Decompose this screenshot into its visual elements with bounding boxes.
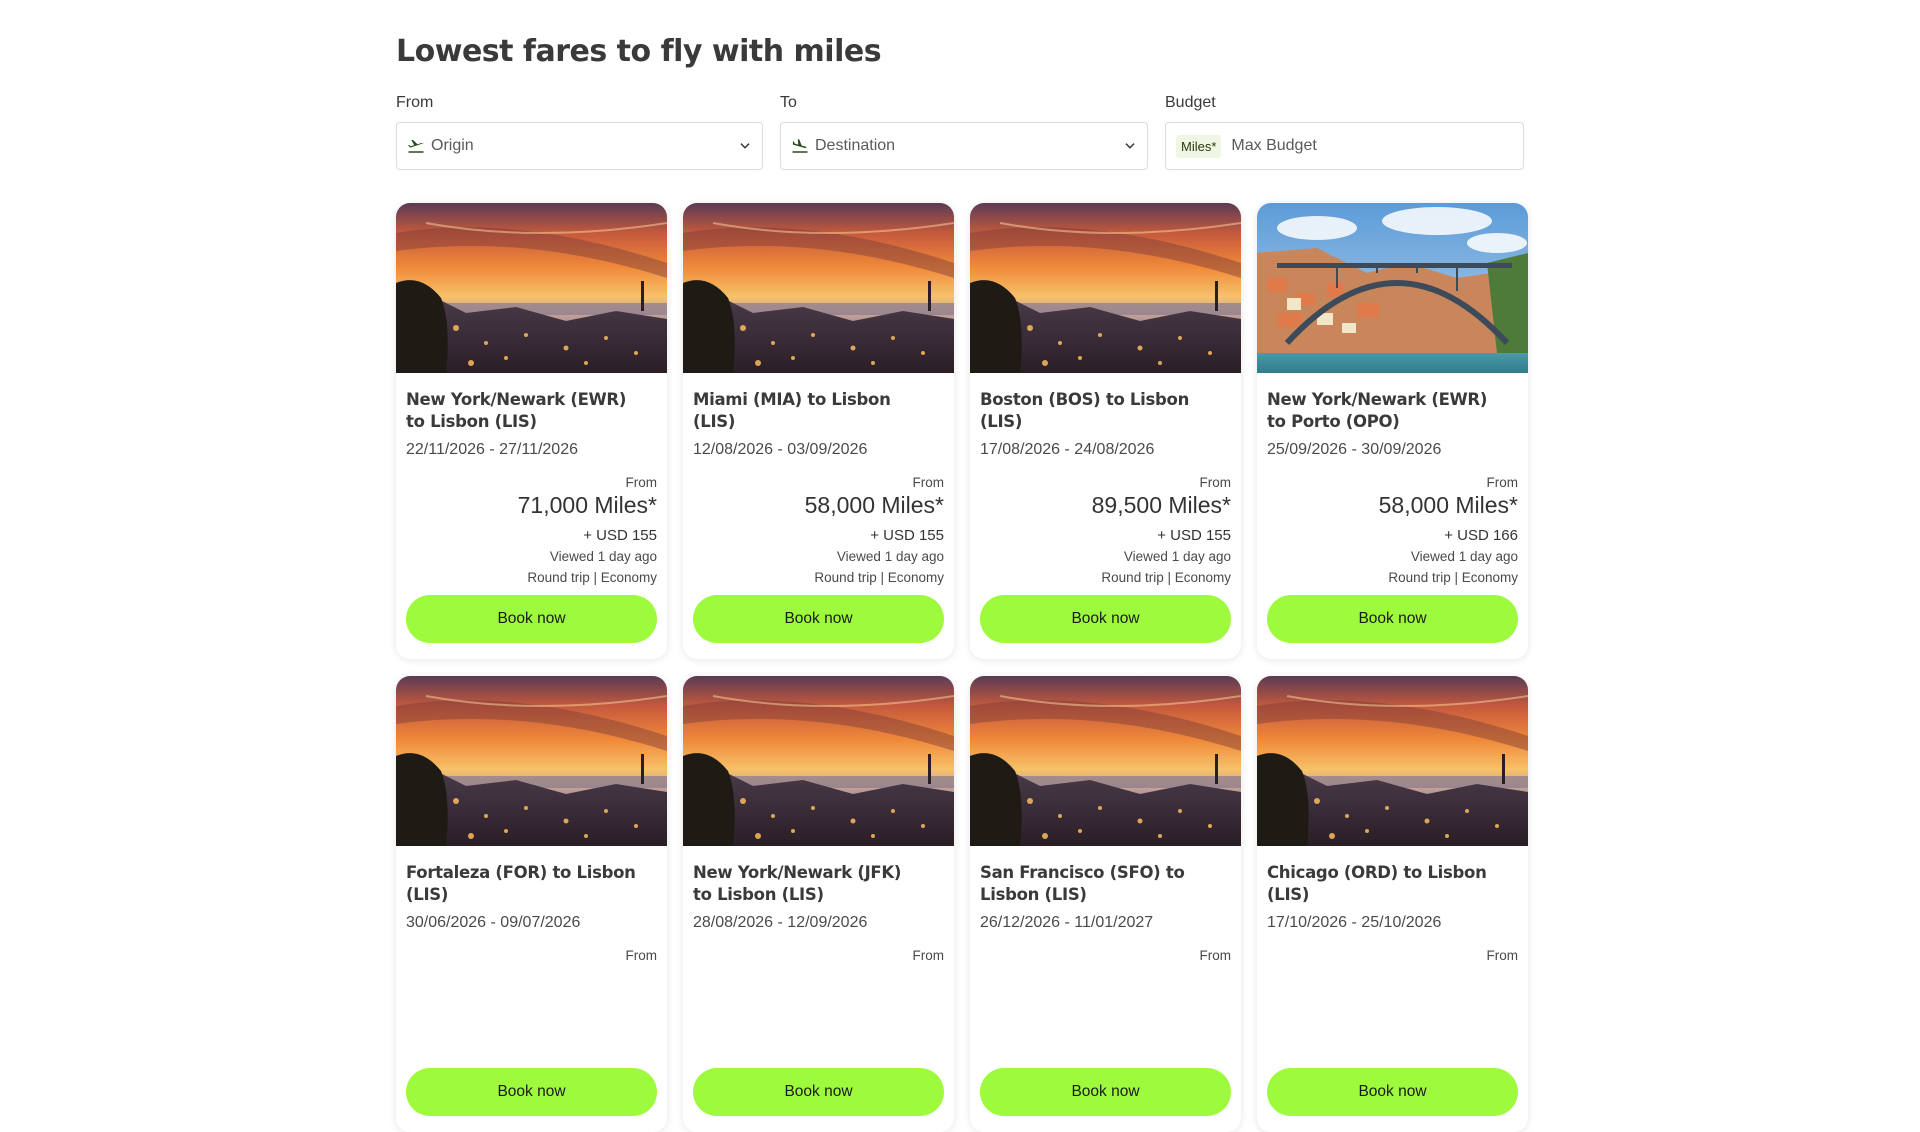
plane-takeoff-icon <box>407 137 425 155</box>
from-label: From <box>1486 475 1519 490</box>
trip-type: Round trip | Economy <box>814 570 944 585</box>
tax-amount: + USD 155 <box>583 527 657 544</box>
travel-dates: 30/06/2026 - 09/07/2026 <box>406 914 581 931</box>
destination-image <box>1257 676 1528 846</box>
route-title: New York/Newark (EWR) to Lisbon (LIS) <box>406 390 627 431</box>
from-label: From <box>625 948 658 963</box>
trip-type: Round trip | Economy <box>527 570 657 585</box>
from-label: From <box>912 948 945 963</box>
destination-image <box>396 676 667 846</box>
route-title: Fortaleza (FOR) to Lisbon (LIS) <box>406 863 636 904</box>
route-title: New York/Newark (EWR) to Porto (OPO) <box>1267 390 1488 431</box>
travel-dates: 28/08/2026 - 12/09/2026 <box>693 914 868 931</box>
book-now-button[interactable]: Book now <box>1267 595 1518 643</box>
miles-tag: Miles* <box>1176 134 1222 158</box>
viewed-time: Viewed 1 day ago <box>549 549 657 564</box>
chevron-down-icon <box>1123 139 1137 153</box>
budget-input[interactable]: Miles* Max Budget <box>1165 122 1524 170</box>
destination-image <box>683 203 954 373</box>
book-now-button[interactable]: Book now <box>693 1068 944 1116</box>
destination-image <box>396 203 667 373</box>
destination-select[interactable]: Destination <box>780 122 1148 170</box>
tax-amount: + USD 166 <box>1444 527 1518 544</box>
viewed-time: Viewed 1 day ago <box>1410 549 1518 564</box>
trip-type: Round trip | Economy <box>1388 570 1518 585</box>
fare-card[interactable]: New York/Newark (EWR) to Lisbon (LIS) 22/… <box>396 203 667 659</box>
origin-select[interactable]: Origin <box>396 122 763 170</box>
plane-landing-icon <box>791 137 809 155</box>
viewed-time: Viewed 1 day ago <box>1123 549 1231 564</box>
fare-card[interactable]: Boston (BOS) to Lisbon (LIS) 17/08/2026 -… <box>970 203 1241 659</box>
from-label: From <box>396 94 434 111</box>
fare-card[interactable]: New York/Newark (EWR) to Porto (OPO) 25/0… <box>1257 203 1528 659</box>
book-now-button[interactable]: Book now <box>693 595 944 643</box>
origin-placeholder: Origin <box>431 137 474 154</box>
book-now-button[interactable]: Book now <box>1267 1068 1518 1116</box>
destination-image <box>970 203 1241 373</box>
tax-amount: + USD 155 <box>870 527 944 544</box>
route-title: Chicago (ORD) to Lisbon (LIS) <box>1267 863 1487 904</box>
route-title: San Francisco (SFO) to Lisbon (LIS) <box>980 863 1185 904</box>
travel-dates: 22/11/2026 - 27/11/2026 <box>406 441 578 458</box>
miles-price: 58,000 Miles* <box>804 492 944 518</box>
travel-dates: 17/10/2026 - 25/10/2026 <box>1267 914 1442 931</box>
destination-image <box>970 676 1241 846</box>
miles-price: 58,000 Miles* <box>1378 492 1518 518</box>
route-title: Boston (BOS) to Lisbon (LIS) <box>980 390 1190 431</box>
from-label: From <box>912 475 945 490</box>
destination-image <box>683 676 954 846</box>
fare-card[interactable]: Miami (MIA) to Lisbon (LIS) 12/08/2026 - … <box>683 203 954 659</box>
from-label: From <box>1199 948 1232 963</box>
budget-placeholder: Max Budget <box>1231 137 1317 154</box>
fare-card[interactable]: Chicago (ORD) to Lisbon (LIS) 17/10/2026 … <box>1257 676 1528 1132</box>
chevron-down-icon <box>738 139 752 153</box>
book-now-button[interactable]: Book now <box>980 1068 1231 1116</box>
fare-card[interactable]: New York/Newark (JFK) to Lisbon (LIS) 28/… <box>683 676 954 1132</box>
travel-dates: 12/08/2026 - 03/09/2026 <box>693 441 868 458</box>
travel-dates: 26/12/2026 - 11/01/2027 <box>980 914 1154 931</box>
travel-dates: 25/09/2026 - 30/09/2026 <box>1267 441 1442 458</box>
fare-card[interactable]: San Francisco (SFO) to Lisbon (LIS) 26/12… <box>970 676 1241 1132</box>
destination-placeholder: Destination <box>815 137 896 154</box>
tax-amount: + USD 155 <box>1157 527 1231 544</box>
trip-type: Round trip | Economy <box>1101 570 1231 585</box>
page-title: Lowest fares to fly with miles <box>396 34 882 69</box>
route-title: Miami (MIA) to Lisbon (LIS) <box>693 390 891 431</box>
book-now-button[interactable]: Book now <box>980 595 1231 643</box>
miles-price: 71,000 Miles* <box>517 492 657 518</box>
destination-image <box>1257 203 1528 373</box>
travel-dates: 17/08/2026 - 24/08/2026 <box>980 441 1155 458</box>
book-now-button[interactable]: Book now <box>406 1068 657 1116</box>
miles-price: 89,500 Miles* <box>1091 492 1231 518</box>
viewed-time: Viewed 1 day ago <box>836 549 944 564</box>
budget-label: Budget <box>1165 94 1216 111</box>
fare-card[interactable]: Fortaleza (FOR) to Lisbon (LIS) 30/06/202… <box>396 676 667 1132</box>
book-now-button[interactable]: Book now <box>406 595 657 643</box>
from-label: From <box>1199 475 1232 490</box>
from-label: From <box>1486 948 1519 963</box>
route-title: New York/Newark (JFK) to Lisbon (LIS) <box>693 863 902 904</box>
to-label: To <box>780 94 797 111</box>
from-label: From <box>625 475 658 490</box>
